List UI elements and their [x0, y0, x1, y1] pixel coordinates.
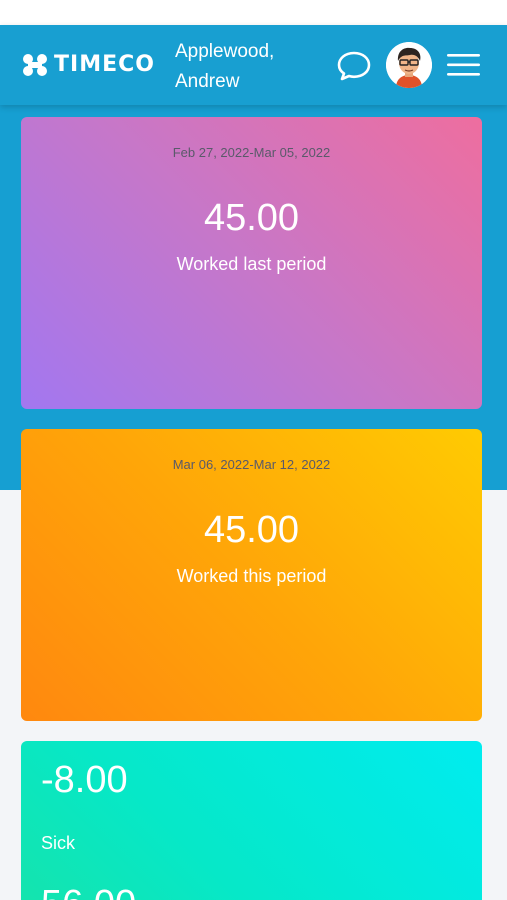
user-name: Applewood, Andrew	[175, 37, 315, 97]
brand-name: TIMECO	[54, 52, 155, 77]
hours-value: 45.00	[203, 509, 300, 551]
chat-button[interactable]	[336, 48, 372, 84]
period-range: Mar 06, 2022-Mar 12, 2022	[172, 457, 331, 472]
balance-card[interactable]: -8.00 Sick 56.00	[21, 741, 482, 900]
avatar[interactable]	[386, 42, 432, 88]
hamburger-menu-icon	[447, 54, 480, 76]
menu-button[interactable]	[446, 51, 482, 79]
sick-balance-value: -8.00	[41, 759, 128, 801]
user-last-name: Applewood,	[175, 41, 275, 62]
user-avatar-icon	[386, 42, 432, 88]
status-bar	[0, 0, 507, 25]
timeco-logo: TIMECO	[22, 53, 155, 77]
chat-bubble-icon	[337, 51, 371, 81]
this-period-card[interactable]: Mar 06, 2022-Mar 12, 2022 45.00 Worked t…	[21, 429, 482, 721]
hours-label: Worked this period	[176, 566, 327, 586]
second-balance-value: 56.00	[41, 883, 136, 900]
last-period-card[interactable]: Feb 27, 2022-Mar 05, 2022 45.00 Worked l…	[21, 117, 482, 409]
logo-mark-icon	[23, 54, 47, 76]
app-header: TIMECO Applewood, Andrew	[0, 25, 507, 105]
hours-value: 45.00	[203, 197, 300, 239]
period-range: Feb 27, 2022-Mar 05, 2022	[172, 145, 331, 160]
user-first-name: Andrew	[175, 71, 240, 92]
sick-balance-label: Sick	[41, 833, 76, 853]
hours-label: Worked last period	[176, 254, 327, 274]
